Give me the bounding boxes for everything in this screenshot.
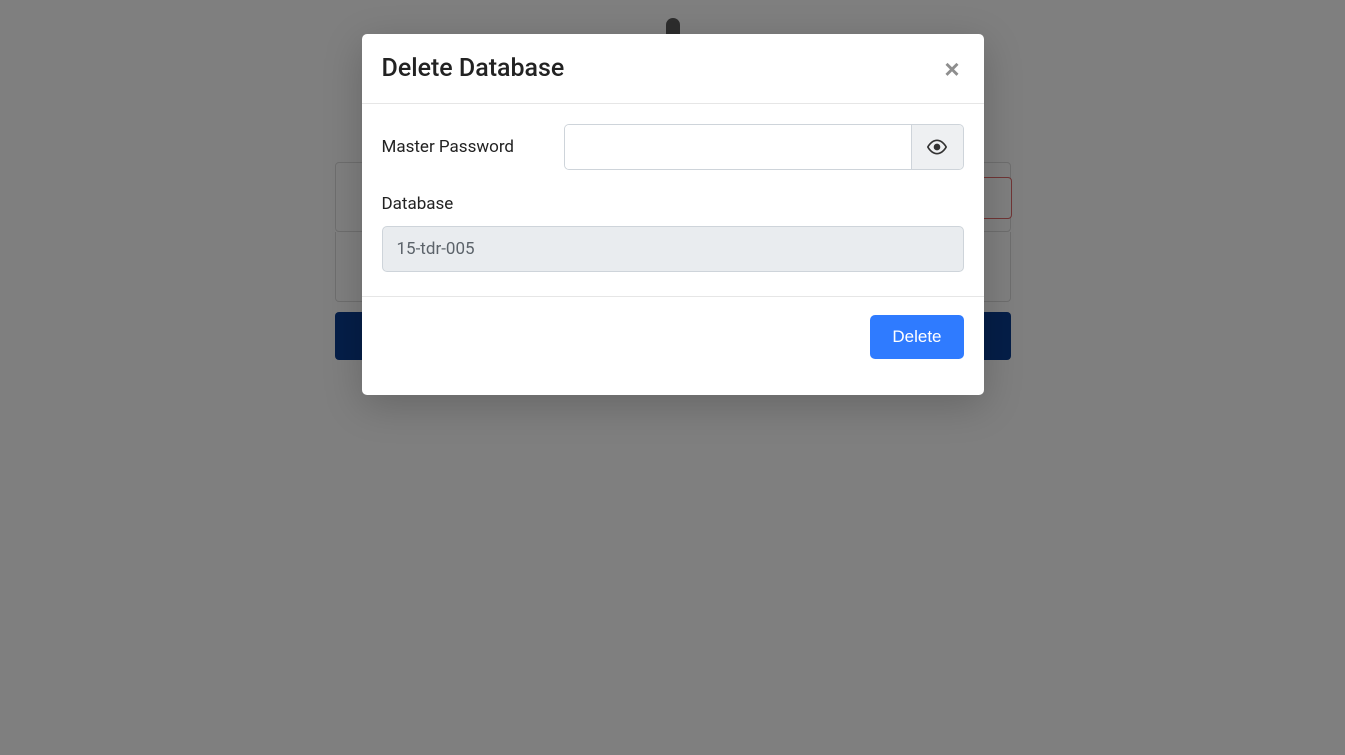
close-icon: × xyxy=(944,54,959,84)
database-label: Database xyxy=(382,194,964,214)
modal-header: Delete Database × xyxy=(362,34,984,104)
master-password-input[interactable] xyxy=(565,125,910,169)
close-button[interactable]: × xyxy=(940,56,963,82)
modal-title: Delete Database xyxy=(382,54,565,83)
modal-footer: Delete xyxy=(362,296,984,395)
delete-database-modal: Delete Database × Master Password Databa… xyxy=(362,34,984,395)
delete-button[interactable]: Delete xyxy=(870,315,963,359)
toggle-password-visibility-button[interactable] xyxy=(911,125,963,169)
master-password-row: Master Password xyxy=(382,124,964,170)
database-value: 15-tdr-005 xyxy=(382,226,964,272)
eye-icon xyxy=(927,137,947,157)
master-password-input-group xyxy=(564,124,963,170)
master-password-label: Master Password xyxy=(382,137,515,157)
modal-body: Master Password Database 15-tdr-005 xyxy=(362,104,984,296)
